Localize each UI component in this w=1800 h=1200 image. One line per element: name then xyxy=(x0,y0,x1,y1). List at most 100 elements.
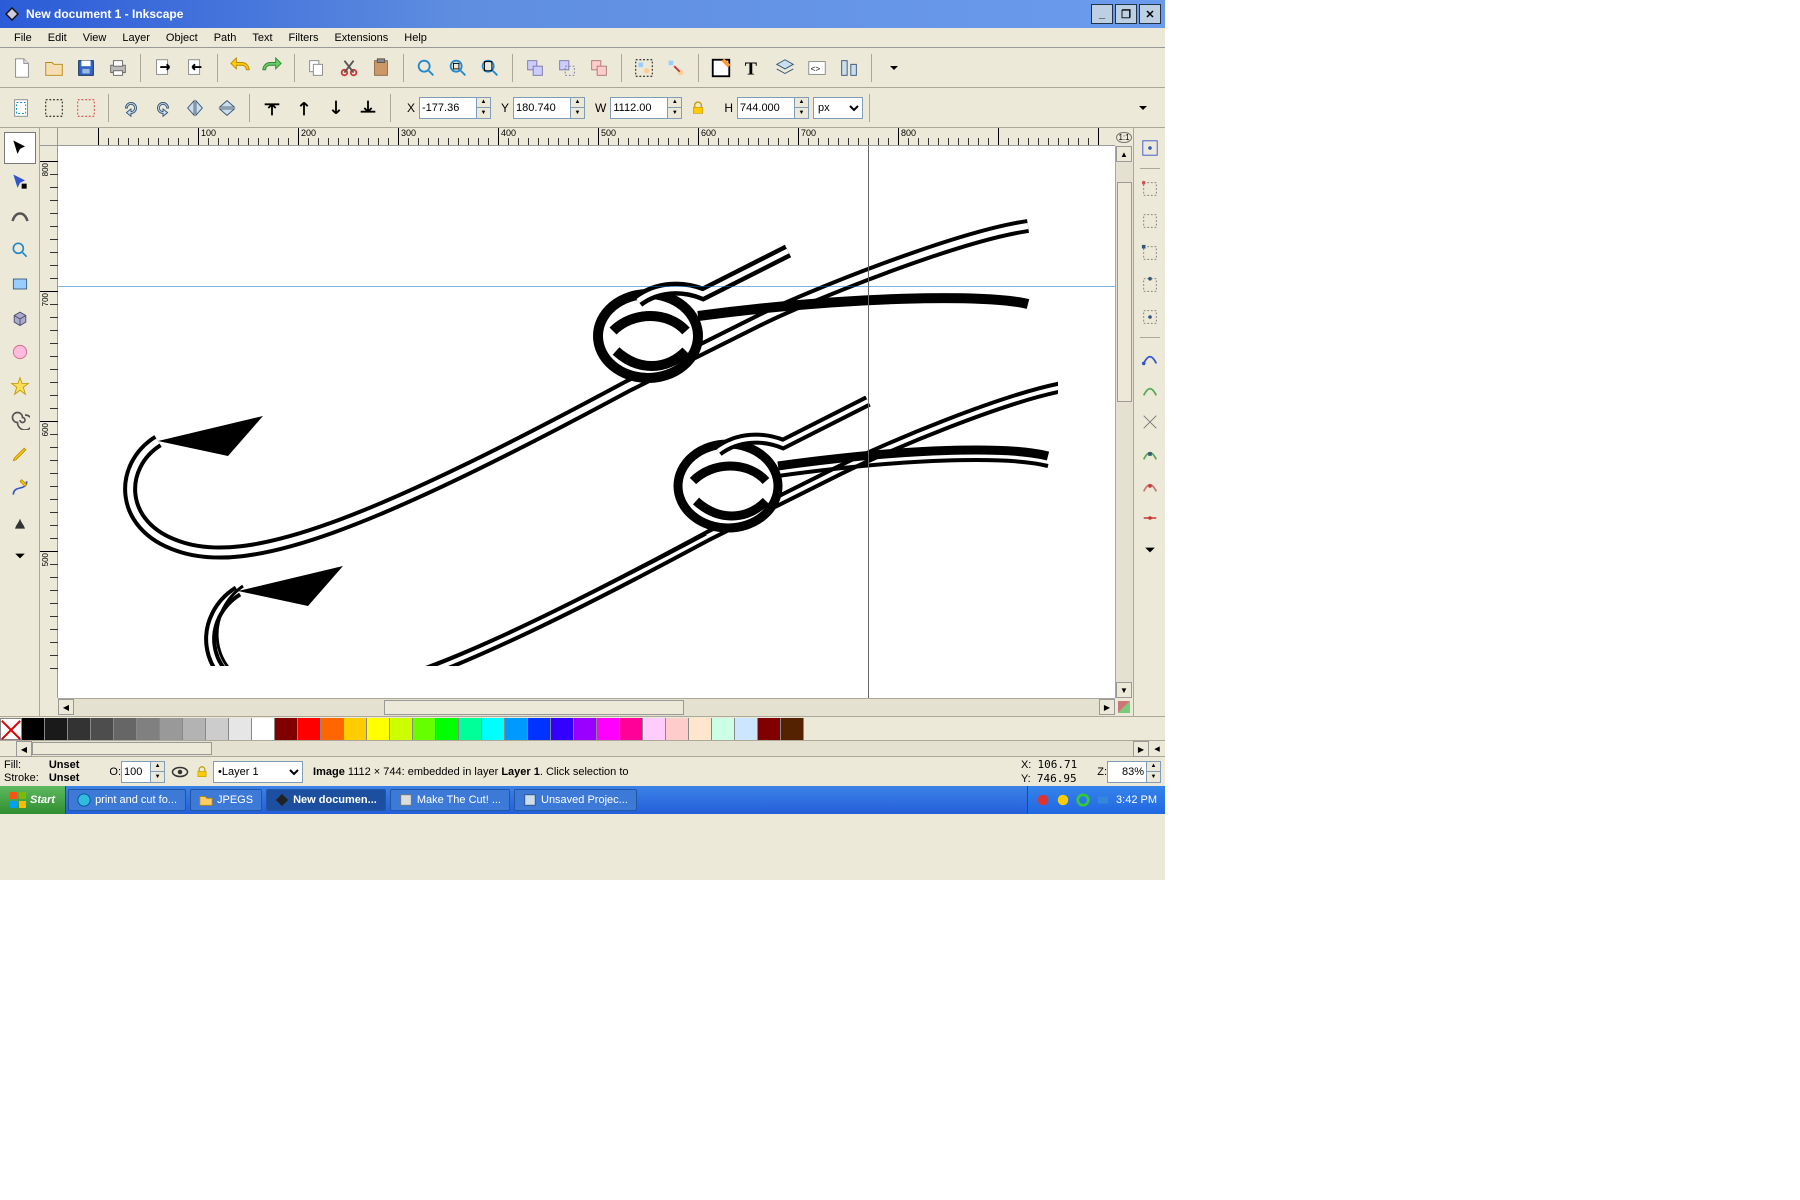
snap-enable-icon[interactable] xyxy=(1138,136,1162,160)
unit-select[interactable]: px xyxy=(813,97,863,119)
tray-clock[interactable]: 3:42 PM xyxy=(1116,794,1157,806)
taskbar-item-4[interactable]: Unsaved Projec... xyxy=(514,789,637,811)
x-down[interactable]: ▼ xyxy=(477,108,490,118)
maximize-button[interactable]: ❐ xyxy=(1115,4,1137,24)
calligraphy-tool[interactable] xyxy=(4,506,36,538)
close-button[interactable]: ✕ xyxy=(1139,4,1161,24)
menu-layer[interactable]: Layer xyxy=(114,30,158,46)
new-file-icon[interactable] xyxy=(7,53,37,83)
save-file-icon[interactable] xyxy=(71,53,101,83)
palette-menu-icon[interactable]: ◂ xyxy=(1149,741,1165,756)
ellipse-tool[interactable] xyxy=(4,336,36,368)
w-down[interactable]: ▼ xyxy=(668,108,681,118)
menu-edit[interactable]: Edit xyxy=(40,30,75,46)
y-input[interactable] xyxy=(513,97,571,119)
text-dialog-icon[interactable]: T xyxy=(738,53,768,83)
tray-icon-3[interactable] xyxy=(1076,793,1090,807)
palette-swatch[interactable] xyxy=(68,718,91,740)
palette-swatch[interactable] xyxy=(183,718,206,740)
x-up[interactable]: ▲ xyxy=(477,98,490,109)
palette-swatch[interactable] xyxy=(45,718,68,740)
opacity-input[interactable] xyxy=(121,761,151,783)
scroll-down-icon[interactable]: ▼ xyxy=(1116,682,1132,698)
palette-swatch[interactable] xyxy=(114,718,137,740)
spiral-tool[interactable] xyxy=(4,404,36,436)
menu-file[interactable]: File xyxy=(6,30,40,46)
color-picker-corner-icon[interactable] xyxy=(1115,698,1133,716)
palette-swatch[interactable] xyxy=(620,718,643,740)
palette-swatch[interactable] xyxy=(321,718,344,740)
palette-swatch[interactable] xyxy=(597,718,620,740)
h-up[interactable]: ▲ xyxy=(795,98,808,109)
raise-icon[interactable] xyxy=(289,93,319,123)
flip-h-icon[interactable] xyxy=(180,93,210,123)
3dbox-tool[interactable] xyxy=(4,302,36,334)
h-down[interactable]: ▼ xyxy=(795,108,808,118)
palette-swatch[interactable] xyxy=(574,718,597,740)
snap-node-icon[interactable] xyxy=(1138,346,1162,370)
zoom-fit-icon[interactable] xyxy=(411,53,441,83)
lower-bottom-icon[interactable] xyxy=(353,93,383,123)
select-all-icon[interactable] xyxy=(7,93,37,123)
palette-swatch[interactable] xyxy=(344,718,367,740)
horizontal-scrollbar[interactable]: ◀ ▶ xyxy=(58,698,1115,716)
palette-swatch[interactable] xyxy=(551,718,574,740)
menu-view[interactable]: View xyxy=(75,30,115,46)
palette-scroll-left[interactable]: ◀ xyxy=(16,741,32,757)
zoom-tool[interactable] xyxy=(4,234,36,266)
palette-swatch[interactable] xyxy=(712,718,735,740)
guide-horizontal[interactable] xyxy=(58,286,1115,287)
palette-swatch[interactable] xyxy=(367,718,390,740)
y-down[interactable]: ▼ xyxy=(571,108,584,118)
clone-icon[interactable] xyxy=(552,53,582,83)
snap-smooth-icon[interactable] xyxy=(1138,474,1162,498)
cut-icon[interactable] xyxy=(334,53,364,83)
menu-extensions[interactable]: Extensions xyxy=(326,30,396,46)
lock-aspect-icon[interactable] xyxy=(683,93,713,123)
h-input[interactable] xyxy=(737,97,795,119)
palette-swatch[interactable] xyxy=(781,718,804,740)
menu-help[interactable]: Help xyxy=(396,30,435,46)
deselect-icon[interactable] xyxy=(71,93,101,123)
palette-swatch[interactable] xyxy=(735,718,758,740)
tray-icon-4[interactable] xyxy=(1096,793,1110,807)
pencil-tool[interactable] xyxy=(4,438,36,470)
palette-swatch[interactable] xyxy=(459,718,482,740)
color-palette[interactable] xyxy=(0,716,1165,740)
lower-icon[interactable] xyxy=(321,93,351,123)
undo-icon[interactable] xyxy=(225,53,255,83)
scroll-right-icon[interactable]: ▶ xyxy=(1099,699,1115,715)
palette-swatch[interactable] xyxy=(505,718,528,740)
system-tray[interactable]: 3:42 PM xyxy=(1027,786,1165,814)
export-icon[interactable] xyxy=(180,53,210,83)
palette-swatch[interactable] xyxy=(643,718,666,740)
palette-swatch[interactable] xyxy=(22,718,45,740)
zoom-drawing-icon[interactable] xyxy=(443,53,473,83)
palette-swatch[interactable] xyxy=(390,718,413,740)
rotate-ccw-icon[interactable] xyxy=(116,93,146,123)
star-tool[interactable] xyxy=(4,370,36,402)
palette-none-swatch[interactable] xyxy=(0,718,22,740)
layer-lock-icon[interactable] xyxy=(195,765,209,779)
palette-swatch[interactable] xyxy=(482,718,505,740)
menu-filters[interactable]: Filters xyxy=(281,30,327,46)
layer-select[interactable]: •Layer 1 xyxy=(213,761,303,783)
align-dialog-icon[interactable] xyxy=(834,53,864,83)
toolbar-overflow-icon[interactable] xyxy=(1128,93,1158,123)
palette-swatch[interactable] xyxy=(758,718,781,740)
taskbar-item-3[interactable]: Make The Cut! ... xyxy=(390,789,510,811)
x-input[interactable] xyxy=(419,97,477,119)
unlink-clone-icon[interactable] xyxy=(584,53,614,83)
xml-dialog-icon[interactable]: <> xyxy=(802,53,832,83)
menu-object[interactable]: Object xyxy=(158,30,206,46)
tweak-tool[interactable] xyxy=(4,200,36,232)
more-tools[interactable] xyxy=(4,540,36,572)
taskbar-item-2[interactable]: New documen... xyxy=(266,789,386,811)
vertical-scrollbar[interactable]: ▲ ▼ xyxy=(1115,146,1133,698)
ungroup-icon[interactable] xyxy=(661,53,691,83)
palette-swatch[interactable] xyxy=(229,718,252,740)
paste-icon[interactable] xyxy=(366,53,396,83)
guide-vertical[interactable] xyxy=(868,146,869,698)
rect-tool[interactable] xyxy=(4,268,36,300)
palette-scroll-right[interactable]: ▶ xyxy=(1133,741,1149,757)
